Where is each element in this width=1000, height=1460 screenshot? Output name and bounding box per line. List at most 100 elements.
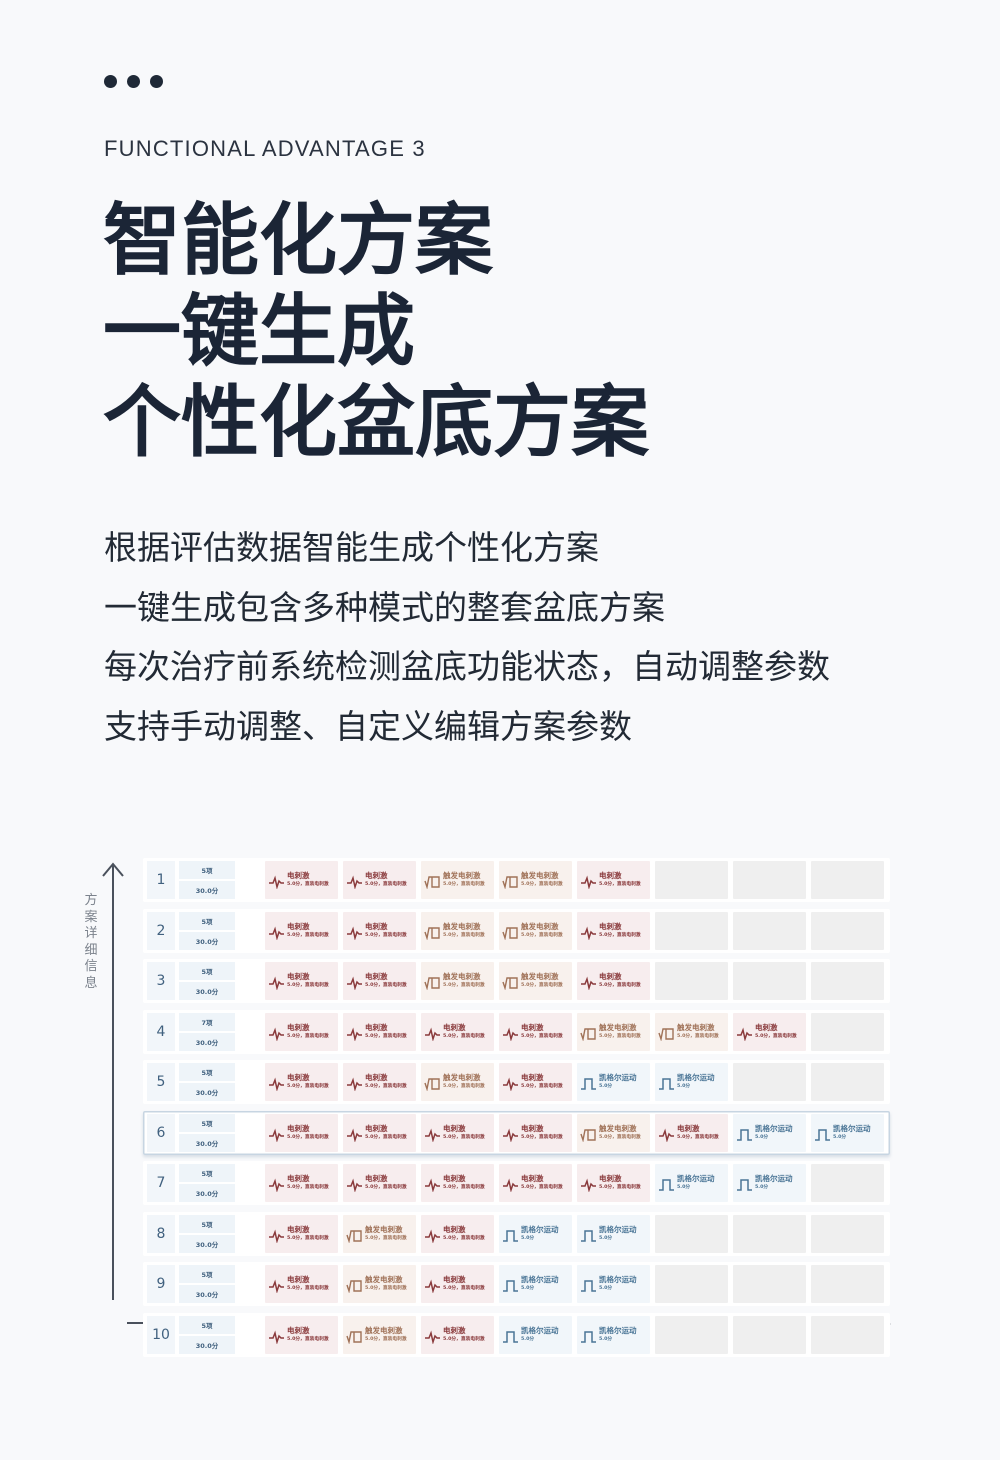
mode-cell-trigger[interactable]: 触发电刺激 5.0分，直装电刺激	[421, 861, 494, 899]
pulse-wave-icon	[425, 1228, 440, 1243]
mode-cell-kegel[interactable]: 凯格尔运动 5.0分	[499, 1265, 572, 1303]
plan-summary: 5项 30.0分	[179, 1214, 235, 1253]
mode-cell-estim[interactable]: 电刺激 5.0分，直装电刺激	[655, 1113, 728, 1152]
plan-row[interactable]: 3 5项 30.0分 电刺激 5.0分，直装电刺激 电刺激 5.0分，直装电刺激 触发电刺激 5…	[143, 959, 890, 1003]
mode-cell-trigger[interactable]: 触发电刺激 5.0分，直装电刺激	[499, 911, 572, 950]
mode-cell-estim[interactable]: 电刺激 5.0分，直装电刺激	[577, 962, 650, 1000]
mode-cell-estim[interactable]: 电刺激 5.0分，直装电刺激	[265, 861, 338, 899]
mode-cell-estim[interactable]: 电刺激 5.0分，直装电刺激	[343, 861, 416, 899]
mode-cell-estim[interactable]: 电刺激 5.0分，直装电刺激	[343, 1063, 416, 1101]
mode-cell-kegel[interactable]: 凯格尔运动 5.0分	[577, 1214, 650, 1253]
mode-cell-trigger[interactable]: 触发电刺激 5.0分，直装电刺激	[577, 1012, 650, 1051]
mode-cell-estim[interactable]: 电刺激 5.0分，直装电刺激	[577, 861, 650, 899]
plan-item-count: 5项	[179, 1265, 235, 1283]
mode-cell-kegel[interactable]: 凯格尔运动 5.0分	[499, 1214, 572, 1253]
mode-cell-trigger[interactable]: 触发电刺激 5.0分，直装电刺激	[499, 861, 572, 899]
mode-cell-trigger[interactable]: 触发电刺激 5.0分，直装电刺激	[421, 1063, 494, 1101]
mode-cell-estim[interactable]: 电刺激 5.0分，直装电刺激	[265, 1164, 338, 1202]
plan-summary: 5项 30.0分	[179, 1113, 235, 1152]
mode-cell-estim[interactable]: 电刺激 5.0分，直装电刺激	[499, 1164, 572, 1202]
plan-duration: 30.0分	[179, 881, 235, 899]
mode-cell-estim[interactable]: 电刺激 5.0分，直装电刺激	[265, 962, 338, 1000]
mode-detail: 5.0分，直装电刺激	[365, 1134, 407, 1140]
mode-cell-estim[interactable]: 电刺激 5.0分，直装电刺激	[265, 1063, 338, 1101]
empty-mode-slot	[655, 1265, 728, 1303]
square-wave-icon	[737, 1128, 752, 1141]
plan-row[interactable]: 8 5项 30.0分 电刺激 5.0分，直装电刺激 触发电刺激 5.0分，直装电刺激 电刺激 5…	[143, 1211, 890, 1256]
plan-row[interactable]: 10 5项 30.0分 电刺激 5.0分，直装电刺激 触发电刺激 5.0分，直装电刺激 电刺激…	[143, 1312, 890, 1357]
mode-cell-kegel[interactable]: 凯格尔运动 5.0分	[655, 1164, 728, 1202]
mode-cell-kegel[interactable]: 凯格尔运动 5.0分	[577, 1315, 650, 1354]
mode-detail: 5.0分，直装电刺激	[521, 1083, 563, 1090]
mode-name: 触发电刺激	[599, 1022, 637, 1032]
mode-cell-estim[interactable]: 电刺激 5.0分，直装电刺激	[421, 1113, 494, 1152]
mode-cells: 电刺激 5.0分，直装电刺激 电刺激 5.0分，直装电刺激 触发电刺激 5.0分，直装电刺…	[265, 911, 884, 950]
mode-name: 触发电刺激	[521, 921, 559, 931]
mode-name: 触发电刺激	[521, 871, 559, 881]
mode-cell-trigger[interactable]: 触发电刺激 5.0分，直装电刺激	[343, 1265, 416, 1303]
mode-detail: 5.0分，直装电刺激	[443, 1235, 485, 1241]
mode-cell-estim[interactable]: 电刺激 5.0分，直装电刺激	[499, 1063, 572, 1101]
plan-row[interactable]: 6 5项 30.0分 电刺激 5.0分，直装电刺激 电刺激 5.0分，直装电刺激 电刺激 5.0…	[143, 1110, 890, 1155]
mode-cell-estim[interactable]: 电刺激 5.0分，直装电刺激	[265, 1012, 338, 1051]
mode-cell-kegel[interactable]: 凯格尔运动 5.0分	[499, 1315, 572, 1354]
mode-cell-kegel[interactable]: 凯格尔运动 5.0分	[577, 1063, 650, 1101]
mode-cell-estim[interactable]: 电刺激 5.0分，直装电刺激	[733, 1012, 806, 1051]
plan-summary: 7项 30.0分	[179, 1012, 235, 1051]
mode-cell-estim[interactable]: 电刺激 5.0分，直装电刺激	[421, 1164, 494, 1202]
mode-cell-estim[interactable]: 电刺激 5.0分，直装电刺激	[499, 1113, 572, 1152]
mode-cell-trigger[interactable]: 触发电刺激 5.0分，直装电刺激	[655, 1012, 728, 1051]
plan-row[interactable]: 7 5项 30.0分 电刺激 5.0分，直装电刺激 电刺激 5.0分，直装电刺激 电刺激 5.0…	[143, 1161, 890, 1205]
mode-name: 电刺激	[599, 1174, 622, 1184]
mode-cell-estim[interactable]: 电刺激 5.0分，直装电刺激	[343, 1012, 416, 1051]
plan-row[interactable]: 2 5项 30.0分 电刺激 5.0分，直装电刺激 电刺激 5.0分，直装电刺激 触发电刺激 5…	[143, 908, 890, 953]
mode-detail: 5.0分	[599, 1235, 613, 1241]
plan-row[interactable]: 9 5项 30.0分 电刺激 5.0分，直装电刺激 触发电刺激 5.0分，直装电刺激 电刺激 5…	[143, 1262, 890, 1306]
mode-cell-trigger[interactable]: 触发电刺激 5.0分，直装电刺激	[577, 1113, 650, 1152]
plan-duration: 30.0分	[179, 1032, 235, 1051]
plan-row[interactable]: 5 5项 30.0分 电刺激 5.0分，直装电刺激 电刺激 5.0分，直装电刺激 触发电刺激 5…	[143, 1060, 890, 1104]
mode-name: 电刺激	[443, 1123, 466, 1133]
mode-cell-estim[interactable]: 电刺激 5.0分，直装电刺激	[343, 911, 416, 950]
mode-cell-estim[interactable]: 电刺激 5.0分，直装电刺激	[577, 1164, 650, 1202]
mode-cell-estim[interactable]: 电刺激 5.0分，直装电刺激	[343, 1164, 416, 1202]
mode-cell-estim[interactable]: 电刺激 5.0分，直装电刺激	[265, 911, 338, 950]
mode-cell-trigger[interactable]: 触发电刺激 5.0分，直装电刺激	[421, 962, 494, 1000]
description-line: 每次治疗前系统检测盆底功能状态，自动调整参数	[104, 647, 830, 686]
plan-item-count: 5项	[179, 1164, 235, 1182]
mode-cell-trigger[interactable]: 触发电刺激 5.0分，直装电刺激	[343, 1315, 416, 1354]
pulse-wave-icon	[347, 875, 362, 889]
pulse-wave-icon	[425, 1279, 440, 1293]
mode-cell-estim[interactable]: 电刺激 5.0分，直装电刺激	[499, 1012, 572, 1051]
mode-cell-estim[interactable]: 电刺激 5.0分，直装电刺激	[421, 1214, 494, 1253]
mode-cell-trigger[interactable]: 触发电刺激 5.0分，直装电刺激	[343, 1214, 416, 1253]
mode-cell-kegel[interactable]: 凯格尔运动 5.0分	[655, 1063, 728, 1101]
mode-cell-estim[interactable]: 电刺激 5.0分，直装电刺激	[343, 962, 416, 1000]
mode-cell-estim[interactable]: 电刺激 5.0分，直装电刺激	[265, 1315, 338, 1354]
mode-cell-trigger[interactable]: 触发电刺激 5.0分，直装电刺激	[421, 911, 494, 950]
mode-cell-trigger[interactable]: 触发电刺激 5.0分，直装电刺激	[499, 962, 572, 1000]
mode-cell-kegel[interactable]: 凯格尔运动 5.0分	[733, 1164, 806, 1202]
mode-cell-estim[interactable]: 电刺激 5.0分，直装电刺激	[265, 1214, 338, 1253]
mode-cell-estim[interactable]: 电刺激 5.0分，直装电刺激	[265, 1265, 338, 1303]
mode-cell-estim[interactable]: 电刺激 5.0分，直装电刺激	[421, 1012, 494, 1051]
mode-name: 触发电刺激	[443, 921, 481, 931]
mode-cell-kegel[interactable]: 凯格尔运动 5.0分	[577, 1265, 650, 1303]
square-wave-icon	[581, 1078, 596, 1090]
mode-cell-estim[interactable]: 电刺激 5.0分，直装电刺激	[265, 1113, 338, 1152]
mode-cells: 电刺激 5.0分，直装电刺激 触发电刺激 5.0分，直装电刺激 电刺激 5.0分，直装电刺…	[265, 1214, 884, 1253]
mode-cell-estim[interactable]: 电刺激 5.0分，直装电刺激	[577, 911, 650, 950]
plan-row[interactable]: 1 5项 30.0分 电刺激 5.0分，直装电刺激 电刺激 5.0分，直装电刺激 触发电刺激 5…	[143, 858, 890, 902]
mode-cell-estim[interactable]: 电刺激 5.0分，直装电刺激	[421, 1265, 494, 1303]
plan-row[interactable]: 4 7项 30.0分 电刺激 5.0分，直装电刺激 电刺激 5.0分，直装电刺激 电刺激 5.0…	[143, 1009, 890, 1054]
mode-cell-kegel[interactable]: 凯格尔运动 5.0分	[811, 1113, 884, 1152]
y-axis-line	[112, 864, 114, 1300]
pulse-wave-icon	[503, 1077, 518, 1091]
mode-cell-estim[interactable]: 电刺激 5.0分，直装电刺激	[421, 1315, 494, 1354]
mode-cell-kegel[interactable]: 凯格尔运动 5.0分	[733, 1113, 806, 1152]
mode-detail: 5.0分	[677, 1184, 691, 1191]
trigger-wave-icon	[424, 977, 440, 990]
mode-cell-estim[interactable]: 电刺激 5.0分，直装电刺激	[343, 1113, 416, 1152]
pulse-wave-icon	[347, 1077, 362, 1091]
pulse-wave-icon	[269, 1077, 284, 1091]
